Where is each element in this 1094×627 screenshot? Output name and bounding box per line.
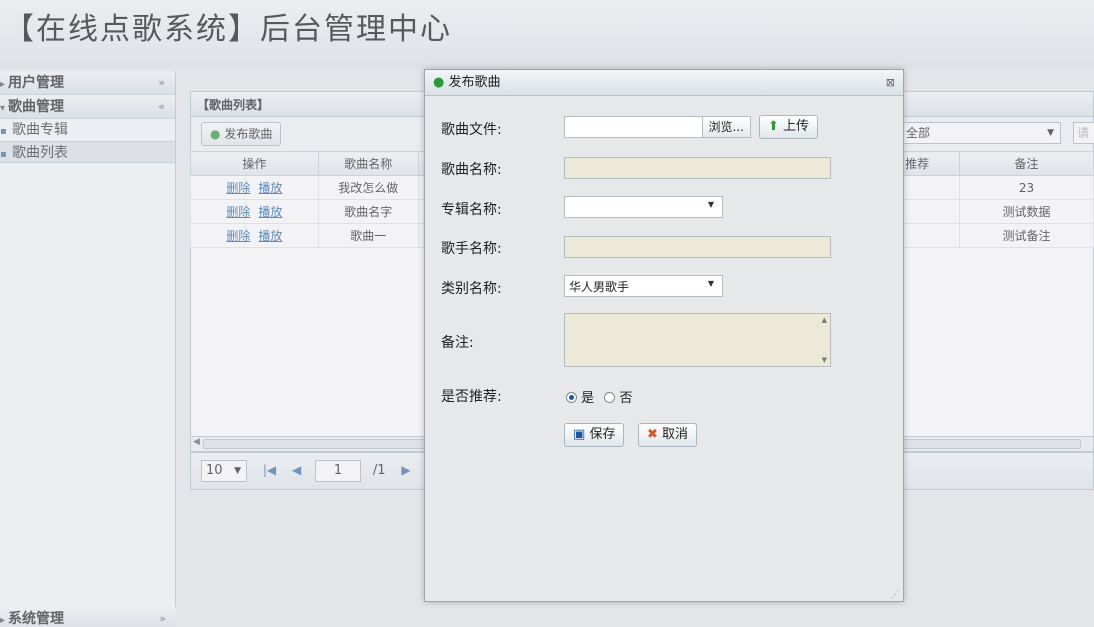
upload-icon: ⬆ xyxy=(768,119,779,134)
publish-song-dialog: ● 发布歌曲 ⊠ 歌曲文件: 浏览... ⬆ 上传 歌曲名称: 专辑名称: ▼ … xyxy=(424,69,904,602)
recommend-yes-radio[interactable] xyxy=(566,392,577,403)
dialog-titlebar: ● 发布歌曲 ⊠ xyxy=(425,70,903,96)
dialog-title: 发布歌曲 xyxy=(448,75,501,90)
album-select[interactable]: ▼ xyxy=(564,196,723,218)
category-label: 类别名称: xyxy=(441,281,502,297)
album-label: 专辑名称: xyxy=(441,202,502,218)
browse-button[interactable]: 浏览... xyxy=(701,117,750,137)
file-input[interactable]: 浏览... xyxy=(564,116,751,138)
cancel-button[interactable]: ✖ 取消 xyxy=(638,423,698,447)
upload-label: 上传 xyxy=(783,119,810,134)
close-icon[interactable]: ⊠ xyxy=(886,70,895,96)
song-name-label: 歌曲名称: xyxy=(441,162,502,178)
add-icon: ● xyxy=(433,75,445,90)
save-label: 保存 xyxy=(589,427,616,442)
note-textarea[interactable]: ▲ ▼ xyxy=(564,313,831,367)
cancel-label: 取消 xyxy=(662,427,689,442)
file-label: 歌曲文件: xyxy=(441,122,502,138)
save-button[interactable]: ▣ 保存 xyxy=(564,423,625,447)
recommend-no-label: 否 xyxy=(619,391,633,406)
scroll-down-icon[interactable]: ▼ xyxy=(822,356,827,364)
recommend-no-radio[interactable] xyxy=(604,392,616,403)
singer-input[interactable] xyxy=(564,236,831,258)
recommend-radio-group: 是 否 xyxy=(566,387,632,406)
chevron-down-icon: ▼ xyxy=(707,200,714,209)
recommend-yes-label: 是 xyxy=(581,391,595,406)
scroll-up-icon[interactable]: ▲ xyxy=(822,316,827,324)
note-label: 备注: xyxy=(441,335,474,351)
song-name-input[interactable] xyxy=(564,157,831,179)
save-icon: ▣ xyxy=(573,427,586,442)
cancel-icon: ✖ xyxy=(647,427,658,442)
resize-handle-icon[interactable]: ⋰ xyxy=(891,590,899,599)
singer-label: 歌手名称: xyxy=(441,241,502,257)
chevron-down-icon: ▼ xyxy=(707,279,714,288)
category-select[interactable]: 华人男歌手 ▼ xyxy=(564,275,723,297)
upload-button[interactable]: ⬆ 上传 xyxy=(759,115,819,139)
category-value: 华人男歌手 xyxy=(569,280,630,294)
recommend-label: 是否推荐: xyxy=(441,389,502,405)
